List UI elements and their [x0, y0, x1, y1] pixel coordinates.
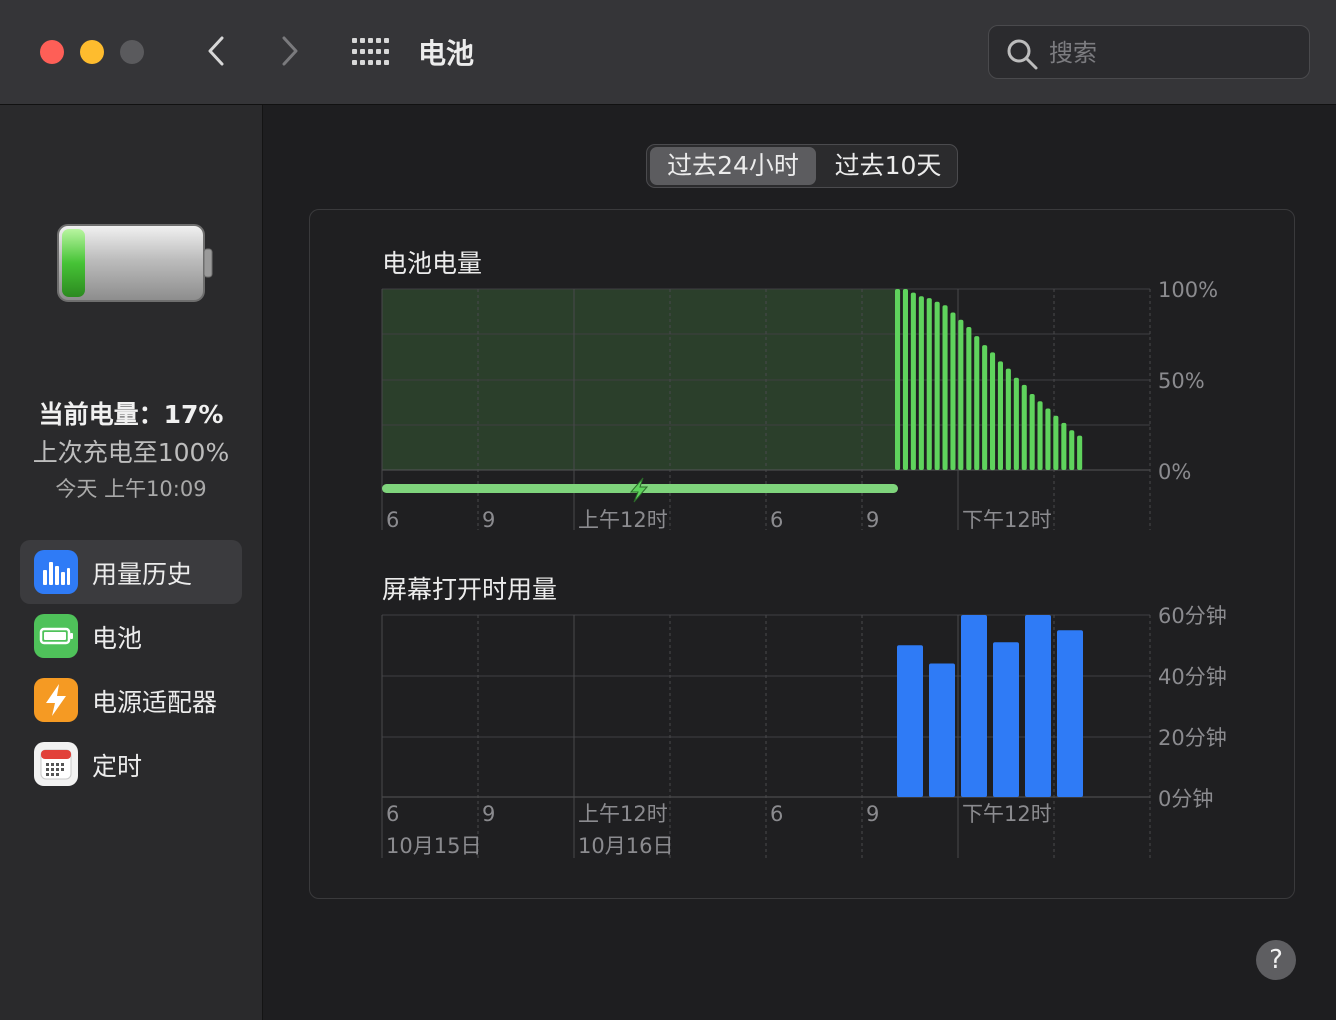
current-charge-label: 当前电量：17% — [38, 400, 224, 429]
time-range-segmented-control: 过去24小时 过去10天 — [646, 144, 958, 188]
battery-icon — [34, 614, 78, 658]
sidebar-item-label: 定时 — [92, 752, 143, 781]
sidebar-item-label: 用量历史 — [92, 560, 193, 589]
sidebar-item-label: 电源适配器 — [92, 688, 218, 717]
window-title: 电池 — [418, 37, 475, 70]
title-bar: 电池 — [0, 0, 1336, 105]
usage-history-icon — [34, 550, 78, 594]
screen-on-usage-chart-title: 屏幕打开时用量 — [382, 575, 558, 604]
battery-level-icon — [56, 223, 216, 311]
chevron-left-icon — [208, 36, 224, 66]
minimize-window-button[interactable] — [80, 40, 104, 64]
zoom-window-button[interactable] — [120, 40, 144, 64]
charts-panel — [309, 209, 1295, 899]
search-field[interactable] — [988, 25, 1310, 79]
forward-button[interactable] — [276, 34, 306, 68]
back-button[interactable] — [200, 34, 230, 68]
grid-icon — [352, 38, 389, 65]
tab-last-10-days[interactable]: 过去10天 — [821, 147, 955, 185]
sidebar-item-battery[interactable]: 电池 — [20, 604, 242, 668]
chevron-right-icon — [282, 36, 298, 66]
sidebar: 当前电量：17% 上次充电至100% 今天 上午10:09 用量历史 电池 电源… — [0, 105, 263, 1020]
sidebar-item-label: 电池 — [92, 624, 143, 653]
sidebar-item-schedule[interactable]: 定时 — [20, 732, 242, 796]
search-icon — [1007, 39, 1038, 70]
tab-last-24-hours[interactable]: 过去24小时 — [650, 147, 816, 185]
show-all-button[interactable] — [352, 38, 390, 66]
battery-level-chart-title: 电池电量 — [382, 249, 483, 278]
close-window-button[interactable] — [40, 40, 64, 64]
schedule-icon — [34, 742, 78, 786]
power-adapter-icon — [34, 678, 78, 722]
sidebar-item-power-adapter[interactable]: 电源适配器 — [20, 668, 242, 732]
help-button[interactable]: ? — [1256, 940, 1296, 980]
sidebar-item-usage-history[interactable]: 用量历史 — [20, 540, 242, 604]
search-input[interactable] — [1047, 36, 1291, 70]
last-charged-time: 今天 上午10:09 — [55, 477, 207, 501]
last-charged-label: 上次充电至100% — [32, 438, 230, 467]
